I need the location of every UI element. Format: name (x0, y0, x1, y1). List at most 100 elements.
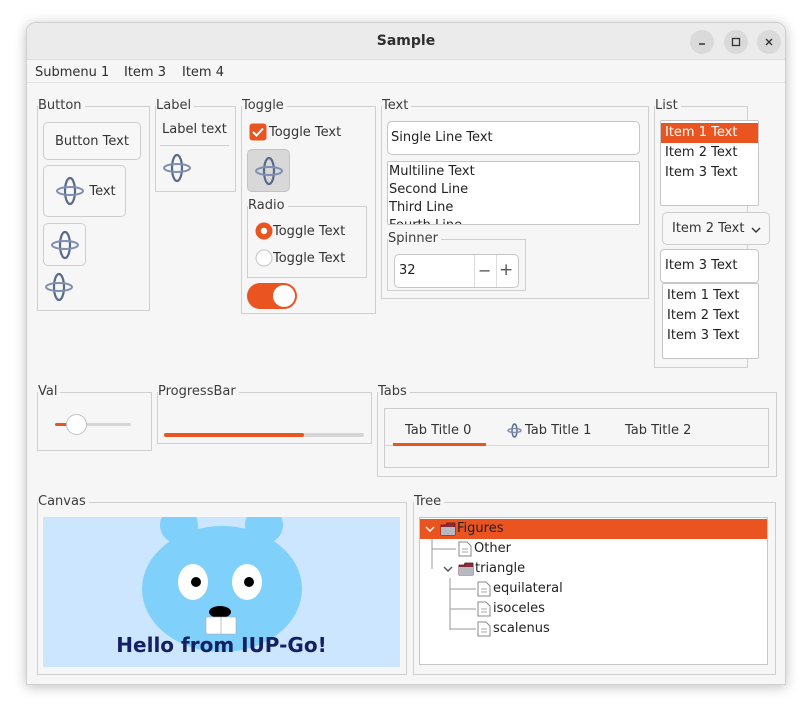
text-frame: Text Single Line Text Multiline Text Sec… (381, 98, 649, 299)
list-1[interactable]: Item 1 Text Item 2 Text Item 3 Text (660, 120, 759, 206)
toggle-frame-title: Toggle (242, 98, 287, 114)
minimize-button[interactable] (690, 30, 714, 54)
text-frame-title: Text (382, 98, 412, 114)
spinner-value: 32 (399, 263, 416, 278)
label-image (160, 151, 194, 185)
multiline-line-1: Multiline Text (389, 164, 475, 179)
toggle-checkbox[interactable]: Toggle Text (249, 123, 341, 141)
tree-frame: Tree Figures Other triangle equilateral … (413, 494, 776, 675)
folder-icon (458, 562, 474, 576)
radio-frame-title: Radio (248, 198, 288, 214)
maximize-icon (731, 37, 741, 47)
tree-node-label: Other (474, 541, 511, 556)
progress-track (164, 433, 364, 437)
spinner-increment-button[interactable]: + (499, 260, 513, 280)
file-icon (477, 621, 491, 637)
close-icon (765, 38, 773, 46)
progress-fill (164, 433, 304, 437)
menu-item-4[interactable]: Item 4 (182, 65, 224, 80)
tree-node-label: equilateral (493, 581, 563, 596)
file-icon (477, 581, 491, 597)
list-edit-box[interactable]: Item 3 Text (660, 249, 759, 283)
checkbox-label: Toggle Text (269, 124, 342, 140)
multiline-line-4: Fourth Line (388, 217, 639, 224)
single-line-text-input[interactable]: Single Line Text (387, 121, 640, 155)
menu-submenu-1[interactable]: Submenu 1 (35, 65, 109, 80)
list-1-item-2[interactable]: Item 3 Text (661, 163, 758, 183)
active-tab-indicator (393, 443, 486, 446)
file-icon (477, 601, 491, 617)
spinner-input[interactable]: 32 − + (394, 254, 519, 288)
radio-option-0[interactable]: Toggle Text (255, 222, 345, 240)
tree-view[interactable]: Figures Other triangle equilateral isoce… (419, 517, 768, 665)
val-track[interactable] (55, 414, 131, 435)
list-2-item-0[interactable]: Item 1 Text (663, 286, 758, 306)
multiline-line-3: Third Line (389, 200, 454, 215)
val-frame: Val (37, 384, 152, 451)
canvas-caption: Hello from IUP-Go! (116, 633, 327, 657)
gyro-icon (163, 153, 191, 183)
tree-frame-title: Tree (414, 494, 445, 510)
canvas-frame: Canvas Hello from IUP-Go! (37, 494, 407, 675)
list-2-item-2[interactable]: Item 3 Text (663, 326, 758, 346)
gyro-icon (45, 272, 73, 302)
button-frame-title: Button (38, 98, 85, 114)
gyro-icon (50, 230, 79, 259)
tabs-frame-title: Tabs (378, 384, 410, 400)
tree-node-label: Figures (457, 521, 504, 536)
tabs-frame: Tabs Tab Title 0 Tab Title 1 Tab Title 2 (377, 384, 777, 477)
tree-node-label: triangle (475, 561, 526, 576)
radio-label-0: Toggle Text (273, 223, 346, 239)
tree-node-label: isoceles (493, 601, 545, 616)
file-icon (458, 541, 472, 557)
tree-node-figures[interactable]: Figures (420, 519, 767, 539)
canvas-frame-title: Canvas (38, 494, 89, 510)
icon-button-label: Text (89, 183, 116, 199)
spinner-frame: Spinner 32 − + (387, 231, 526, 291)
list-dropdown[interactable]: Item 2 Text (662, 212, 770, 245)
menu-item-3[interactable]: Item 3 (124, 65, 166, 80)
progressbar-frame-title: ProgressBar (158, 384, 239, 400)
button-frame: Button Button Text Text (37, 98, 150, 311)
icon-button[interactable] (43, 223, 86, 266)
val-handle[interactable] (66, 414, 88, 435)
label-frame-title: Label (156, 98, 195, 114)
image-toggle-button[interactable] (247, 149, 290, 192)
chevron-down-icon (425, 526, 435, 532)
folder-icon (440, 522, 456, 536)
label-text: Label text (162, 122, 227, 137)
close-button[interactable] (757, 30, 781, 54)
radio-option-1[interactable]: Toggle Text (255, 249, 345, 267)
multiline-line-2: Second Line (389, 182, 469, 197)
minimize-icon (699, 43, 705, 45)
tab-1[interactable]: Tab Title 1 (506, 422, 591, 439)
label-frame: Label Label text (155, 98, 236, 192)
list-2[interactable]: Item 1 Text Item 2 Text Item 3 Text (662, 283, 759, 359)
toggle-frame: Toggle Toggle Text Radio Toggle Text Tog… (241, 98, 376, 314)
tab-0[interactable]: Tab Title 0 (405, 423, 471, 438)
radio-frame: Radio Toggle Text Toggle Text (247, 198, 367, 278)
flat-icon-button[interactable] (42, 270, 76, 304)
list-2-item-1[interactable]: Item 2 Text (663, 306, 758, 326)
list-frame: List Item 1 Text Item 2 Text Item 3 Text… (654, 98, 770, 368)
spinner-decrement-button[interactable]: − (478, 261, 491, 280)
drawing-canvas[interactable]: Hello from IUP-Go! (43, 517, 400, 667)
tree-node-label: scalenus (493, 621, 550, 636)
list-1-item-1[interactable]: Item 2 Text (661, 143, 758, 163)
list-frame-title: List (655, 98, 681, 114)
list-1-item-0[interactable]: Item 1 Text (661, 123, 758, 143)
chevron-down-icon (751, 227, 761, 233)
val-frame-title: Val (38, 384, 61, 400)
icon-text-button[interactable]: Text (43, 165, 126, 217)
app-window: Sample Submenu 1 Item 3 Item 4 Button Bu… (26, 22, 786, 685)
radio-selected-icon (255, 222, 273, 240)
gyro-icon (254, 156, 283, 185)
maximize-button[interactable] (724, 30, 748, 54)
label-separator (160, 145, 229, 146)
toggle-switch[interactable] (247, 283, 297, 309)
tab-2[interactable]: Tab Title 2 (625, 423, 691, 438)
text-button[interactable]: Button Text (43, 122, 141, 160)
multiline-text-input[interactable]: Multiline Text Second Line Third Line Fo… (387, 161, 640, 225)
menu-bar: Submenu 1 Item 3 Item 4 (27, 61, 785, 83)
title-bar[interactable]: Sample (27, 23, 785, 60)
